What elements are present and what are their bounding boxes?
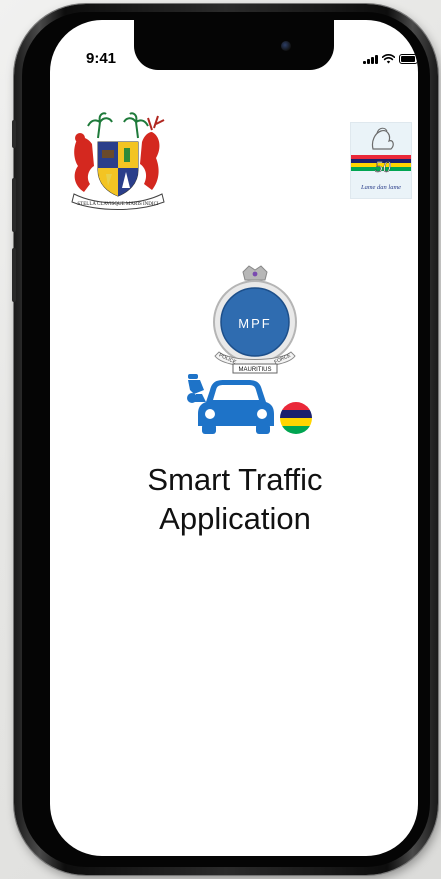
battery-icon [399,54,418,64]
app-title-line1: Smart Traffic [147,462,323,497]
anniversary-logo: 50 Lame dan lame [350,122,412,199]
volume-down-button [12,248,16,302]
app-title-line2: Application [159,501,311,536]
mpf-police-crest: MPF POLICE FORCE MAURITIUS [213,265,297,374]
anniversary-caption: Lame dan lame [360,184,401,191]
wifi-icon [382,54,395,64]
crest-text: MPF [238,316,271,331]
app-screen: 9:41 STELLA CLAVISQUE MARIS INDICI 50 La… [50,20,418,856]
anniversary-number: 50 [375,159,391,176]
notch [134,20,334,70]
car-and-motorcycle-icon [187,374,274,434]
app-title: Smart Traffic Application [110,460,360,538]
mauritius-flag-icon [280,402,312,434]
status-time: 9:41 [86,50,117,67]
status-icons [363,54,418,64]
coat-of-arms-logo: STELLA CLAVISQUE MARIS INDICI [71,112,165,210]
camera-icon [281,41,291,51]
coat-of-arms-motto: STELLA CLAVISQUE MARIS INDICI [77,202,158,207]
volume-up-button [12,178,16,232]
silent-switch [12,120,16,148]
cellular-signal-icon [363,54,378,64]
